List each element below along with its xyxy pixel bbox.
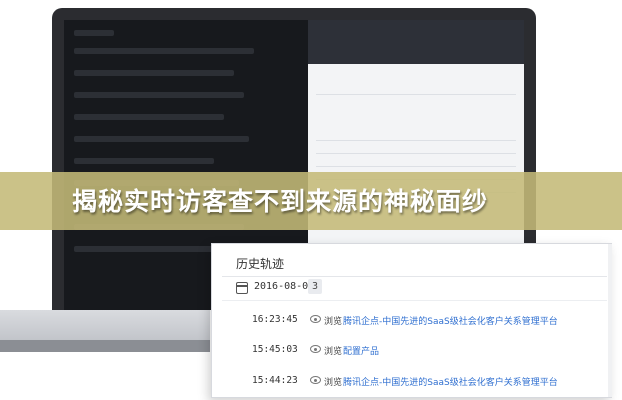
history-date[interactable]: 2016-08-07 <box>254 281 314 292</box>
laptop-base-edge <box>0 340 210 352</box>
eye-icon <box>310 376 321 384</box>
entry-action: 浏览 <box>324 347 343 357</box>
eye-icon <box>310 345 321 353</box>
eye-icon <box>310 315 321 323</box>
history-entry: 15:45:03 浏览 配置产品 <box>212 344 612 360</box>
date-divider <box>222 300 607 301</box>
inner-panel-header <box>308 20 524 64</box>
card-scrollbar[interactable] <box>608 244 612 397</box>
visit-count-badge: 3 <box>308 279 322 294</box>
banner-title: 揭秘实时访客查不到来源的神秘面纱 <box>72 187 489 216</box>
card-title: 历史轨迹 <box>236 257 285 271</box>
entry-action: 浏览 <box>324 317 343 327</box>
entry-time: 15:44:23 <box>252 375 298 386</box>
card-divider <box>222 276 607 277</box>
entry-action: 浏览 <box>324 378 343 388</box>
history-entry: 15:44:23 浏览 腾讯企点-中国先进的SaaS级社会化客户关系管理平台 <box>212 375 612 391</box>
calendar-icon <box>236 282 248 294</box>
entry-time: 16:23:45 <box>252 314 298 325</box>
entry-page-link[interactable]: 配置产品 <box>343 344 379 357</box>
history-entry: 16:23:45 浏览 腾讯企点-中国先进的SaaS级社会化客户关系管理平台 <box>212 314 612 330</box>
history-trail-card: 历史轨迹 2016-08-07 3 16:23:45 浏览 腾讯企点-中国先进的… <box>211 243 612 398</box>
entry-time: 15:45:03 <box>252 344 298 355</box>
entry-page-link[interactable]: 腾讯企点-中国先进的SaaS级社会化客户关系管理平台 <box>343 375 558 388</box>
entry-page-link[interactable]: 腾讯企点-中国先进的SaaS级社会化客户关系管理平台 <box>343 314 558 327</box>
